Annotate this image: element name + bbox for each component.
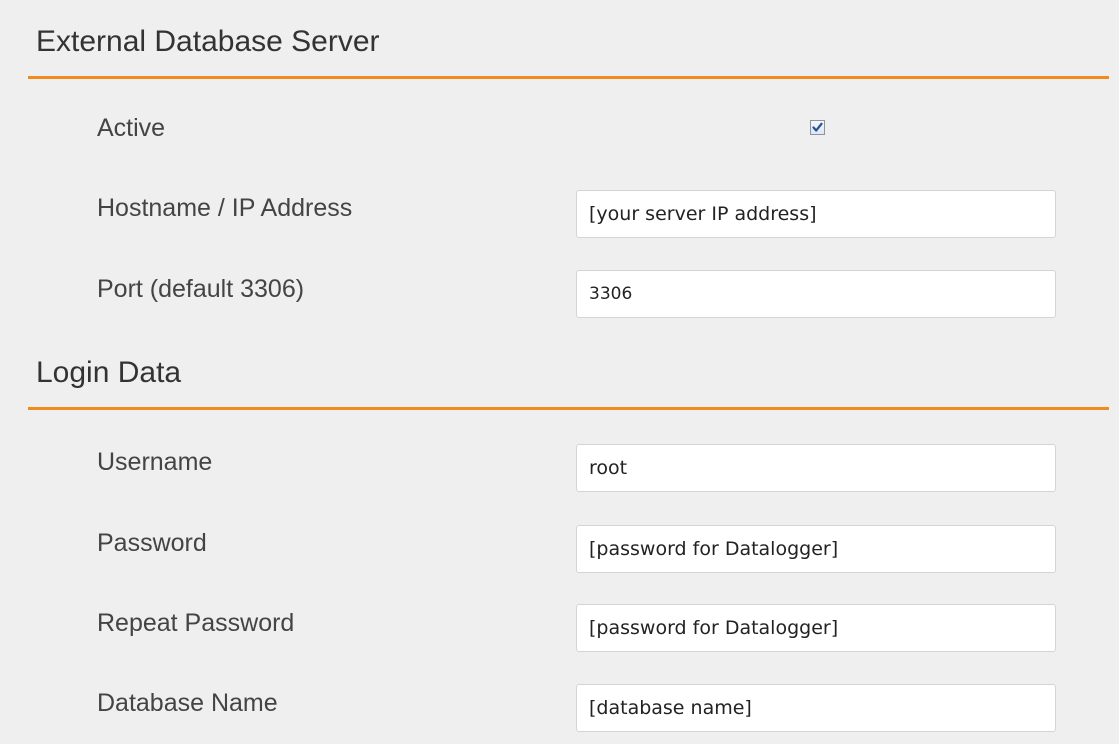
database-name-label: Database Name bbox=[97, 689, 278, 717]
hostname-label: Hostname / IP Address bbox=[97, 194, 353, 222]
password-label: Password bbox=[97, 529, 207, 557]
section-divider bbox=[28, 407, 1109, 410]
database-name-input[interactable] bbox=[576, 684, 1056, 732]
port-label: Port (default 3306) bbox=[97, 275, 305, 303]
section-divider bbox=[28, 76, 1109, 79]
repeat-password-label: Repeat Password bbox=[97, 609, 295, 637]
hostname-input[interactable] bbox=[576, 190, 1056, 238]
repeat-password-input[interactable] bbox=[576, 604, 1056, 652]
checkmark-icon bbox=[812, 122, 823, 132]
active-checkbox[interactable] bbox=[810, 120, 825, 135]
section-title-login-data: Login Data bbox=[36, 356, 182, 389]
section-title-external-database-server: External Database Server bbox=[36, 25, 380, 58]
port-input[interactable] bbox=[576, 270, 1056, 318]
active-label: Active bbox=[97, 114, 166, 142]
password-input[interactable] bbox=[576, 525, 1056, 573]
username-input[interactable] bbox=[576, 444, 1056, 492]
username-label: Username bbox=[97, 448, 213, 476]
